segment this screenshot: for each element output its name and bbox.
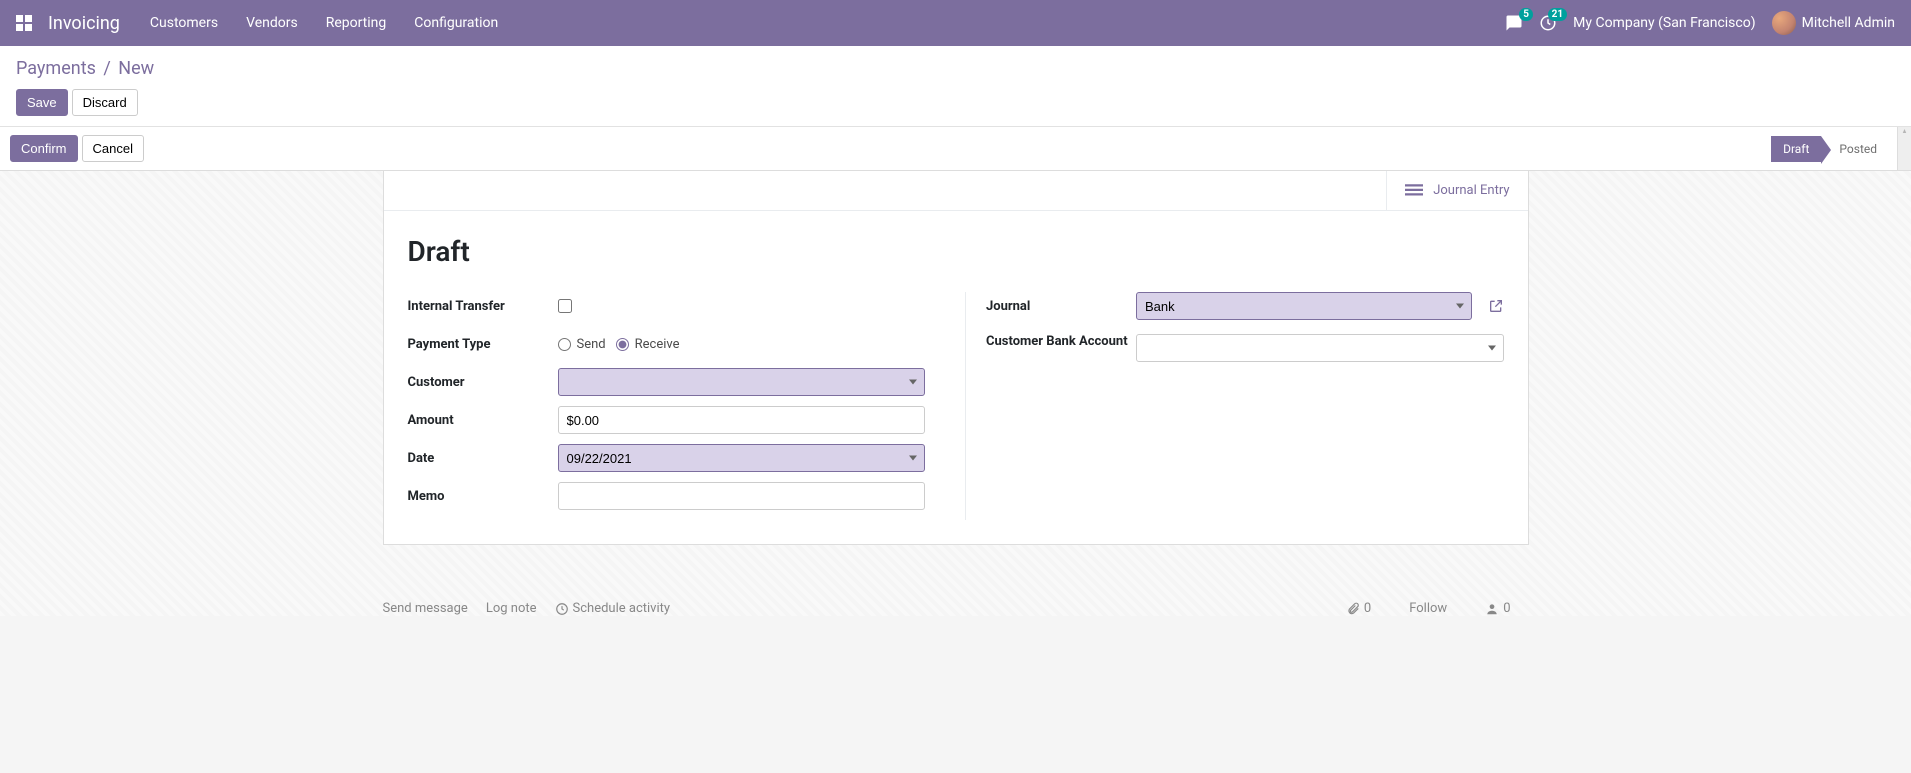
date-select[interactable] — [558, 444, 926, 472]
status-row: Confirm Cancel Draft Posted — [0, 127, 1911, 171]
bars-icon — [1405, 184, 1423, 198]
cancel-button[interactable]: Cancel — [82, 135, 144, 162]
customer-bank-label: Customer Bank Account — [986, 334, 1136, 351]
paperclip-icon — [1346, 602, 1360, 616]
amount-input[interactable] — [558, 406, 926, 434]
form-right-column: Journal Customer Bank Ac — [966, 292, 1504, 520]
customer-input[interactable] — [558, 368, 926, 396]
payment-type-label: Payment Type — [408, 337, 558, 352]
nav-reporting[interactable]: Reporting — [326, 15, 387, 31]
external-link-icon[interactable] — [1488, 298, 1504, 314]
apps-icon[interactable] — [16, 15, 32, 31]
messages-badge: 5 — [1519, 8, 1533, 21]
attachments-count[interactable]: 0 — [1346, 601, 1371, 616]
nav-customers[interactable]: Customers — [150, 15, 218, 31]
user-name: Mitchell Admin — [1802, 15, 1895, 31]
internal-transfer-checkbox[interactable] — [558, 299, 572, 313]
discard-button[interactable]: Discard — [72, 89, 138, 116]
breadcrumb-current: New — [118, 58, 154, 79]
date-label: Date — [408, 451, 558, 466]
scrollbar[interactable] — [1897, 127, 1911, 170]
radio-send-input[interactable] — [558, 338, 571, 351]
form-sheet: Journal Entry Draft Internal Transfer — [383, 170, 1529, 545]
radio-receive[interactable]: Receive — [616, 337, 680, 352]
date-input[interactable] — [558, 444, 926, 472]
company-switcher[interactable]: My Company (San Francisco) — [1573, 15, 1755, 31]
avatar — [1772, 11, 1796, 35]
radio-send[interactable]: Send — [558, 337, 606, 352]
journal-entry-button[interactable]: Journal Entry — [1386, 171, 1527, 210]
chatter: Send message Log note Schedule activity … — [371, 601, 1541, 616]
journal-select[interactable] — [1136, 292, 1472, 320]
page-title: Draft — [408, 235, 1504, 268]
memo-label: Memo — [408, 489, 558, 504]
activities-icon[interactable]: 21 — [1539, 14, 1557, 32]
followers-count[interactable]: 0 — [1485, 601, 1510, 616]
customer-label: Customer — [408, 375, 558, 390]
user-icon — [1485, 602, 1499, 616]
activities-badge: 21 — [1548, 8, 1567, 21]
form-left-column: Internal Transfer Payment Type Send — [408, 292, 967, 520]
breadcrumb: Payments / New — [16, 58, 1895, 79]
control-panel: Payments / New Save Discard — [0, 46, 1911, 127]
stage-draft[interactable]: Draft — [1771, 136, 1821, 162]
customer-bank-input[interactable] — [1136, 334, 1504, 362]
breadcrumb-root[interactable]: Payments — [16, 58, 96, 79]
messages-icon[interactable]: 5 — [1505, 14, 1523, 32]
amount-label: Amount — [408, 413, 558, 428]
journal-input[interactable] — [1136, 292, 1472, 320]
memo-input[interactable] — [558, 482, 926, 510]
navbar-menu: Customers Vendors Reporting Configuratio… — [150, 15, 498, 31]
log-note-action[interactable]: Log note — [486, 601, 537, 616]
send-message-action[interactable]: Send message — [383, 601, 468, 616]
app-brand[interactable]: Invoicing — [48, 13, 120, 34]
internal-transfer-label: Internal Transfer — [408, 299, 558, 314]
radio-receive-input[interactable] — [616, 338, 629, 351]
top-navbar: Invoicing Customers Vendors Reporting Co… — [0, 0, 1911, 46]
follow-button[interactable]: Follow — [1409, 601, 1447, 616]
customer-bank-select[interactable] — [1136, 334, 1504, 362]
journal-label: Journal — [986, 299, 1136, 314]
status-bar: Draft Posted — [1771, 127, 1897, 170]
user-menu[interactable]: Mitchell Admin — [1772, 11, 1895, 35]
nav-vendors[interactable]: Vendors — [246, 15, 298, 31]
schedule-activity-action[interactable]: Schedule activity — [555, 601, 671, 616]
nav-configuration[interactable]: Configuration — [414, 15, 498, 31]
clock-icon — [555, 602, 569, 616]
customer-select[interactable] — [558, 368, 926, 396]
confirm-button[interactable]: Confirm — [10, 135, 78, 162]
stage-posted[interactable]: Posted — [1821, 136, 1889, 162]
save-button[interactable]: Save — [16, 89, 68, 116]
journal-entry-label: Journal Entry — [1433, 183, 1509, 198]
